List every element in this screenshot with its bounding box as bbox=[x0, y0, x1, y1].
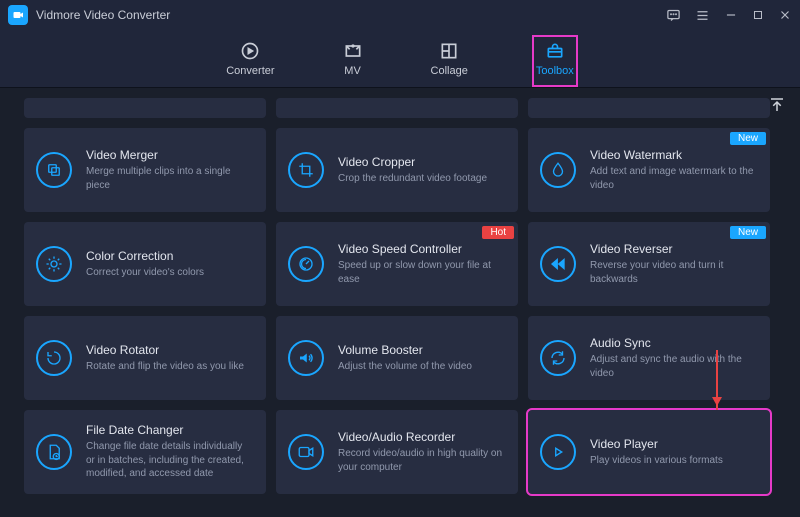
close-icon[interactable] bbox=[778, 8, 792, 22]
record-icon bbox=[288, 434, 324, 470]
card-desc: Rotate and flip the video as you like bbox=[86, 360, 244, 374]
rewind-icon bbox=[540, 246, 576, 282]
titlebar: Vidmore Video Converter bbox=[0, 0, 800, 30]
card-text: Video Reverser Reverse your video and tur… bbox=[590, 242, 756, 286]
card-text: Video Speed Controller Speed up or slow d… bbox=[338, 242, 504, 286]
maximize-icon[interactable] bbox=[752, 9, 764, 21]
sync-icon bbox=[540, 340, 576, 376]
card-desc: Merge multiple clips into a single piece bbox=[86, 165, 252, 192]
card-text: Video Merger Merge multiple clips into a … bbox=[86, 148, 252, 192]
app-logo bbox=[8, 5, 28, 25]
tool-grid: Video Merger Merge multiple clips into a … bbox=[24, 98, 770, 494]
card-text: Video Watermark Add text and image waterm… bbox=[590, 148, 756, 192]
card-text: Video Player Play videos in various forma… bbox=[590, 437, 723, 468]
tab-collage[interactable]: Collage bbox=[427, 35, 472, 87]
card-desc: Correct your video's colors bbox=[86, 266, 204, 280]
layers-icon bbox=[36, 152, 72, 188]
badge-hot: Hot bbox=[482, 226, 514, 239]
card-desc: Adjust and sync the audio with the video bbox=[590, 353, 756, 380]
card-text: Audio Sync Adjust and sync the audio with… bbox=[590, 336, 756, 380]
card-color-correction[interactable]: Color Correction Correct your video's col… bbox=[24, 222, 266, 306]
card-text: Volume Booster Adjust the volume of the v… bbox=[338, 343, 472, 374]
card-video-player[interactable]: Video Player Play videos in various forma… bbox=[528, 410, 770, 494]
card-text: File Date Changer Change file date detail… bbox=[86, 423, 252, 481]
sun-icon bbox=[36, 246, 72, 282]
card-desc: Play videos in various formats bbox=[590, 454, 723, 468]
card-desc: Adjust the volume of the video bbox=[338, 360, 472, 374]
crop-icon bbox=[288, 152, 324, 188]
speed-icon bbox=[288, 246, 324, 282]
menu-icon[interactable] bbox=[695, 8, 710, 23]
rotate-icon bbox=[36, 340, 72, 376]
card-desc: Change file date details individually or… bbox=[86, 440, 252, 481]
card-text: Video Rotator Rotate and flip the video a… bbox=[86, 343, 244, 374]
card-title: Video Watermark bbox=[590, 148, 756, 162]
window-controls bbox=[666, 8, 792, 23]
partial-card[interactable] bbox=[528, 98, 770, 118]
tab-mv[interactable]: MV bbox=[339, 35, 367, 87]
card-title: Video/Audio Recorder bbox=[338, 430, 504, 444]
card-title: Audio Sync bbox=[590, 336, 756, 350]
card-text: Color Correction Correct your video's col… bbox=[86, 249, 204, 280]
card-desc: Add text and image watermark to the vide… bbox=[590, 165, 756, 192]
card-volume-booster[interactable]: Volume Booster Adjust the volume of the v… bbox=[276, 316, 518, 400]
card-title: Video Merger bbox=[86, 148, 252, 162]
card-video-reverser[interactable]: Video Reverser Reverse your video and tur… bbox=[528, 222, 770, 306]
card-video-cropper[interactable]: Video Cropper Crop the redundant video fo… bbox=[276, 128, 518, 212]
card-title: File Date Changer bbox=[86, 423, 252, 437]
tab-converter[interactable]: Converter bbox=[222, 35, 278, 87]
minimize-icon[interactable] bbox=[724, 8, 738, 22]
badge-new: New bbox=[730, 132, 766, 145]
card-desc: Reverse your video and turn it backwards bbox=[590, 259, 756, 286]
card-title: Video Rotator bbox=[86, 343, 244, 357]
badge-new: New bbox=[730, 226, 766, 239]
card-desc: Crop the redundant video footage bbox=[338, 172, 487, 186]
card-video-watermark[interactable]: Video Watermark Add text and image waterm… bbox=[528, 128, 770, 212]
partial-card[interactable] bbox=[276, 98, 518, 118]
card-video-merger[interactable]: Video Merger Merge multiple clips into a … bbox=[24, 128, 266, 212]
annotation-arrow bbox=[716, 350, 718, 410]
card-video-speed[interactable]: Video Speed Controller Speed up or slow d… bbox=[276, 222, 518, 306]
card-title: Color Correction bbox=[86, 249, 204, 263]
partial-card[interactable] bbox=[24, 98, 266, 118]
app-title: Vidmore Video Converter bbox=[36, 8, 170, 22]
main-tabs: Converter MV Collage Toolbox bbox=[0, 30, 800, 88]
card-audio-sync[interactable]: Audio Sync Adjust and sync the audio with… bbox=[528, 316, 770, 400]
file-clock-icon bbox=[36, 434, 72, 470]
card-file-date[interactable]: File Date Changer Change file date detail… bbox=[24, 410, 266, 494]
card-video-rotator[interactable]: Video Rotator Rotate and flip the video a… bbox=[24, 316, 266, 400]
card-text: Video Cropper Crop the redundant video fo… bbox=[338, 155, 487, 186]
drop-icon bbox=[540, 152, 576, 188]
card-title: Video Reverser bbox=[590, 242, 756, 256]
volume-icon bbox=[288, 340, 324, 376]
card-title: Video Cropper bbox=[338, 155, 487, 169]
card-av-recorder[interactable]: Video/Audio Recorder Record video/audio i… bbox=[276, 410, 518, 494]
card-title: Volume Booster bbox=[338, 343, 472, 357]
feedback-icon[interactable] bbox=[666, 8, 681, 23]
card-desc: Record video/audio in high quality on yo… bbox=[338, 447, 504, 474]
tab-label: Converter bbox=[226, 65, 274, 77]
play-icon bbox=[540, 434, 576, 470]
card-title: Video Speed Controller bbox=[338, 242, 504, 256]
tab-toolbox[interactable]: Toolbox bbox=[532, 35, 578, 87]
card-title: Video Player bbox=[590, 437, 723, 451]
tab-label: Collage bbox=[431, 65, 468, 77]
toolbox-pane: Video Merger Merge multiple clips into a … bbox=[0, 88, 800, 517]
card-text: Video/Audio Recorder Record video/audio i… bbox=[338, 430, 504, 474]
tab-label: Toolbox bbox=[536, 65, 574, 77]
tab-label: MV bbox=[344, 65, 361, 77]
card-desc: Speed up or slow down your file at ease bbox=[338, 259, 504, 286]
